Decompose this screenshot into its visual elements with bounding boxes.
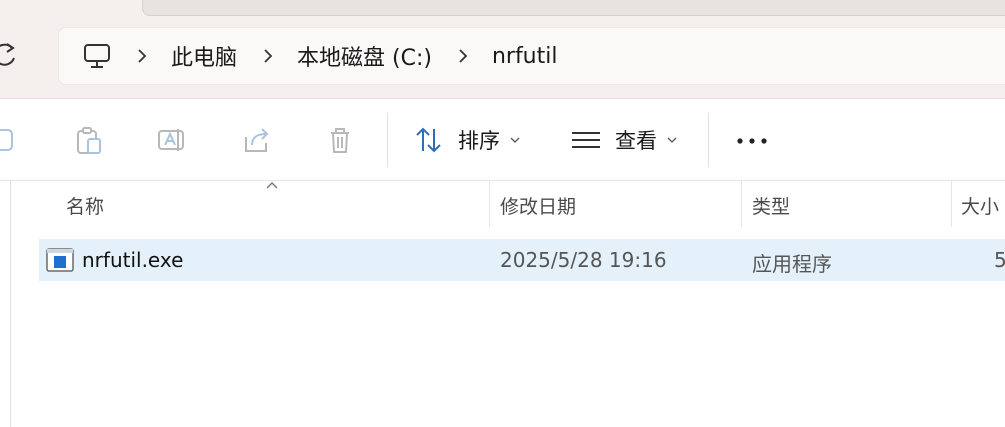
- file-size: 5: [994, 248, 1005, 272]
- navigation-pane-edge[interactable]: [0, 181, 11, 427]
- view-icon: [572, 132, 600, 148]
- chevron-down-icon: [667, 137, 677, 143]
- delete-icon[interactable]: [325, 125, 355, 155]
- paste-icon[interactable]: [74, 125, 104, 155]
- column-separator[interactable]: [741, 181, 742, 227]
- chevron-down-icon: [510, 137, 520, 143]
- table-row[interactable]: nrfutil.exe 2025/5/28 19:16 应用程序 5: [39, 239, 1005, 281]
- chevron-right-icon[interactable]: [456, 49, 470, 63]
- column-header-size[interactable]: 大小: [961, 192, 999, 219]
- sort-ascending-icon: [266, 182, 278, 189]
- breadcrumb-item-nrfutil[interactable]: nrfutil: [492, 44, 558, 69]
- title-bar: 此电脑 本地磁盘 (C:) nrfutil: [0, 0, 1005, 99]
- breadcrumb: 此电脑 本地磁盘 (C:) nrfutil: [59, 28, 557, 84]
- sort-button[interactable]: 排序: [414, 121, 520, 159]
- view-label: 查看: [615, 129, 657, 153]
- tab-strip[interactable]: [142, 0, 1005, 16]
- column-separator[interactable]: [951, 181, 952, 227]
- command-bar: 排序 查看: [0, 99, 1005, 181]
- breadcrumb-item-local-disk[interactable]: 本地磁盘 (C:): [297, 40, 432, 72]
- sort-icon: [416, 127, 441, 153]
- sort-label: 排序: [458, 129, 500, 153]
- application-file-icon: [46, 248, 74, 272]
- chevron-right-icon[interactable]: [135, 49, 149, 63]
- toolbar-separator: [387, 113, 388, 167]
- rename-icon[interactable]: [157, 125, 187, 155]
- column-separator[interactable]: [489, 181, 490, 227]
- share-icon[interactable]: [242, 125, 272, 155]
- address-bar[interactable]: 此电脑 本地磁盘 (C:) nrfutil: [58, 27, 1005, 85]
- file-name: nrfutil.exe: [82, 248, 184, 272]
- computer-icon[interactable]: [83, 42, 111, 70]
- refresh-icon[interactable]: [0, 38, 24, 72]
- more-icon[interactable]: [736, 135, 768, 147]
- breadcrumb-item-this-pc[interactable]: 此电脑: [171, 40, 237, 72]
- view-button[interactable]: 查看: [571, 121, 677, 159]
- column-header-date-modified[interactable]: 修改日期: [500, 192, 576, 219]
- copy-icon[interactable]: [0, 125, 18, 155]
- file-type: 应用程序: [752, 252, 832, 276]
- column-header-type[interactable]: 类型: [752, 192, 790, 219]
- file-date-modified: 2025/5/28 19:16: [500, 248, 667, 272]
- chevron-right-icon[interactable]: [261, 49, 275, 63]
- toolbar-separator: [708, 113, 709, 167]
- column-header-name-label[interactable]: 名称: [66, 192, 104, 219]
